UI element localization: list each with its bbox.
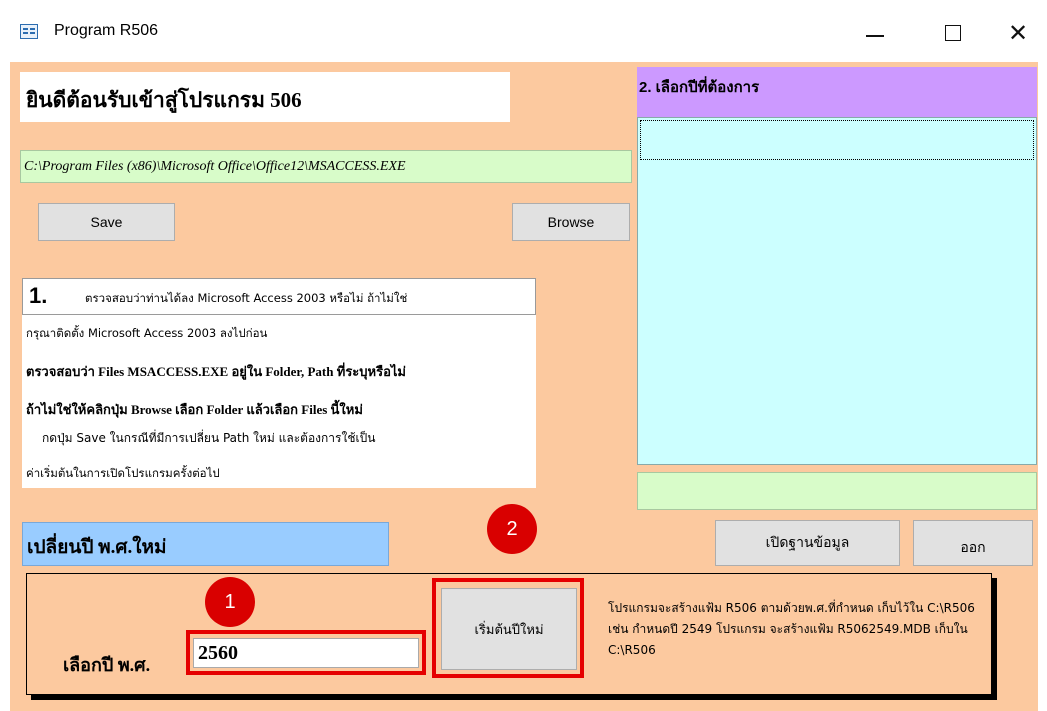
new-year-description: โปรแกรมจะสร้างแฟ้ม R506 ตามด้วยพ.ศ.ที่กำ… <box>608 601 975 657</box>
instruction-line-3: ตรวจสอบว่า Files MSACCESS.EXE อยู่ใน Fol… <box>26 364 406 379</box>
year-input[interactable]: 2560 <box>193 638 419 668</box>
title-bar: Program R506 ✕ <box>0 0 1047 62</box>
welcome-text: ยินดีต้อนรับเข้าสู่โปรแกรม 506 <box>26 88 302 112</box>
instruction-line-6: ค่าเริ่มต้นในการเปิดโปรแกรมครั้งต่อไป <box>26 466 220 480</box>
instruction-box: กรุณาติดตั้ง Microsoft Access 2003 ลงไปก… <box>22 315 536 488</box>
form-icon <box>20 24 38 39</box>
minimize-icon <box>866 35 884 37</box>
list-item[interactable] <box>640 120 1034 160</box>
instruction-line-5: กดปุ่ม Save ในกรณีที่มีการเปลี่ยน Path ใ… <box>42 431 376 445</box>
year-input-value: 2560 <box>198 642 238 664</box>
welcome-banner: ยินดีต้อนรับเข้าสู่โปรแกรม 506 <box>20 72 510 122</box>
step-number: 1. <box>29 283 48 308</box>
window-title: Program R506 <box>54 22 159 39</box>
change-year-header: เปลี่ยนปี พ.ศ.ใหม่ <box>22 522 389 566</box>
instruction-line-4: ถ้าไม่ใช่ให้คลิกปุ่ม Browse เลือก Folder… <box>26 402 363 417</box>
instruction-line-2: กรุณาติดตั้ง Microsoft Access 2003 ลงไปก… <box>26 326 268 340</box>
step-marker-2: 2 <box>487 504 537 554</box>
step-marker-1: 1 <box>205 577 255 627</box>
year-status-field <box>637 472 1037 510</box>
instruction-line-1: ตรวจสอบว่าท่านได้ลง Microsoft Access 200… <box>85 291 408 305</box>
year-selection-header: 2. เลือกปีที่ต้องการ <box>637 67 1037 117</box>
save-button[interactable]: Save <box>38 203 175 241</box>
instruction-heading: 1. ตรวจสอบว่าท่านได้ลง Microsoft Access … <box>22 278 536 315</box>
maximize-icon <box>945 25 961 41</box>
access-path-field[interactable]: C:\Program Files (x86)\Microsoft Office\… <box>20 150 632 183</box>
access-path-value: C:\Program Files (x86)\Microsoft Office\… <box>24 159 406 174</box>
open-database-button[interactable]: เปิดฐานข้อมูล <box>715 520 900 566</box>
start-new-year-button[interactable]: เริ่มต้นปีใหม่ <box>441 588 577 670</box>
browse-button[interactable]: Browse <box>512 203 630 241</box>
year-label: เลือกปี พ.ศ. <box>63 655 151 675</box>
year-list[interactable] <box>637 117 1037 465</box>
close-icon: ✕ <box>1007 19 1029 47</box>
exit-button[interactable]: ออก <box>913 520 1033 566</box>
exit-button-label: ออก <box>960 539 986 555</box>
minimize-button[interactable] <box>852 10 898 56</box>
maximize-button[interactable] <box>930 10 976 56</box>
change-year-title: เปลี่ยนปี พ.ศ.ใหม่ <box>27 537 167 558</box>
year-selection-title: 2. เลือกปีที่ต้องการ <box>639 79 760 96</box>
close-button[interactable]: ✕ <box>995 10 1041 56</box>
